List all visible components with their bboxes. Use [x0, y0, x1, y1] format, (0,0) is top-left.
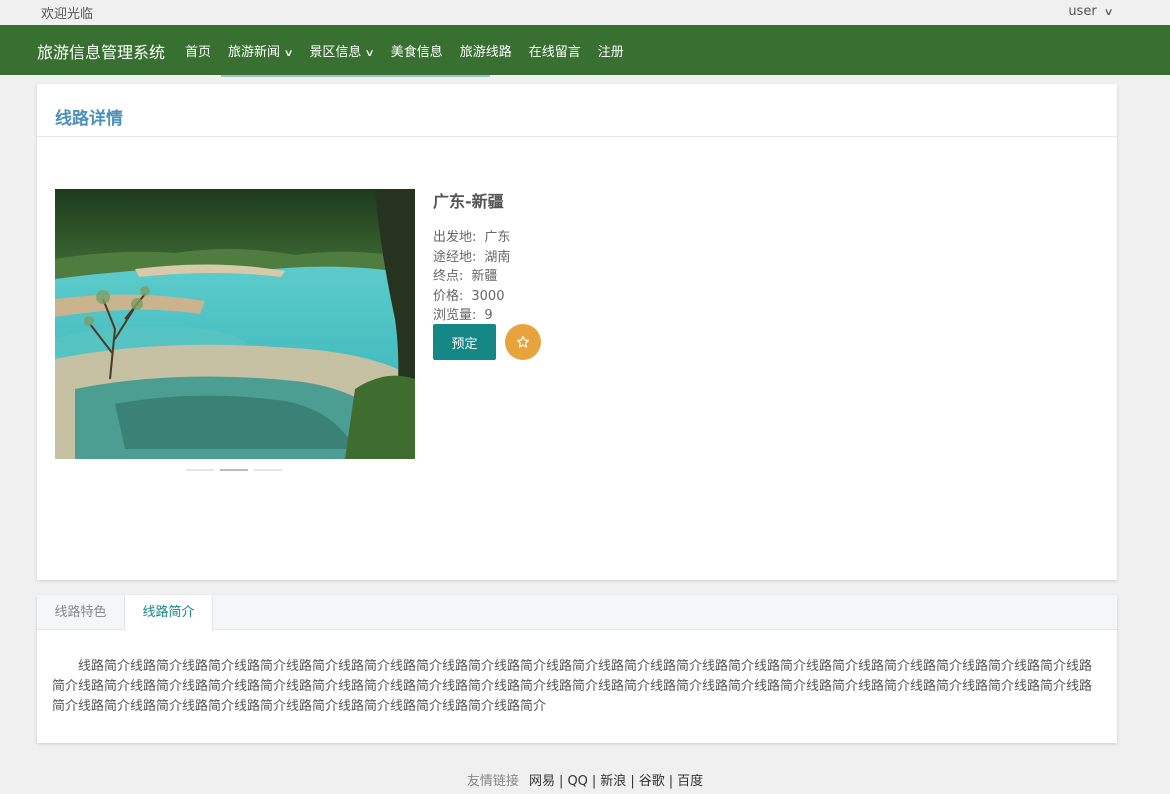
origin-value: 广东: [484, 230, 511, 245]
footer-lead: 友情链接: [466, 774, 519, 789]
views-value: 9: [484, 308, 493, 323]
route-fields: 出发地: 广东 途经地: 湖南 终点: 新疆 价格: 3000 浏览量: 9: [433, 228, 510, 326]
price-value: 3000: [471, 288, 505, 304]
link-netease[interactable]: 网易: [529, 774, 555, 789]
route-photo: [55, 189, 415, 459]
price-row: 价格: 3000: [433, 288, 505, 304]
route-image-carousel[interactable]: [55, 189, 415, 459]
link-qq[interactable]: QQ: [567, 774, 587, 789]
page-title: 线路详情: [55, 109, 123, 129]
separator: |: [630, 774, 635, 789]
link-sina[interactable]: 新浪: [600, 774, 626, 789]
nav-item-food[interactable]: 美食信息: [391, 41, 443, 60]
top-bar: 欢迎光临 user ∨: [0, 0, 1170, 25]
origin-row: 出发地: 广东: [433, 230, 511, 245]
link-baidu[interactable]: 百度: [677, 774, 703, 789]
card-header: 线路详情: [37, 84, 1117, 137]
views-row: 浏览量: 9: [433, 308, 493, 323]
via-value: 湖南: [484, 249, 511, 265]
star-icon: [516, 335, 530, 348]
nav-item-scenic[interactable]: 景区信息 ∨: [309, 41, 376, 60]
separator: |: [668, 774, 674, 789]
user-menu[interactable]: user ∨: [1068, 4, 1114, 19]
site-brand[interactable]: 旅游信息管理系统: [37, 39, 165, 63]
destination-value: 新疆: [471, 269, 498, 284]
chevron-down-icon: ∨: [364, 48, 376, 59]
link-google[interactable]: 谷歌: [639, 774, 665, 789]
user-name: user: [1068, 4, 1097, 19]
carousel-indicators: [186, 469, 288, 471]
book-button[interactable]: 预定: [433, 324, 496, 360]
carousel-dot-active[interactable]: [220, 469, 248, 471]
route-detail-card: 线路详情 广东-新疆 出发地: 广东 途经地: 湖南 终点: 新疆 价格: 30…: [37, 84, 1117, 580]
tab-bar: 线路特色 线路简介: [37, 595, 1117, 631]
route-tabs-card: 线路特色 线路简介 线路简介线路简介线路简介线路简介线路简介线路简介线路简介线路…: [37, 595, 1117, 743]
carousel-dot[interactable]: [186, 469, 214, 471]
separator: |: [591, 774, 597, 789]
tab-route-intro[interactable]: 线路简介: [125, 595, 213, 631]
via-row: 途经地: 湖南: [433, 249, 511, 265]
nav-item-register[interactable]: 注册: [598, 41, 624, 60]
route-info: 广东-新疆 出发地: 广东 途经地: 湖南 终点: 新疆 价格: 3000 浏览量: 9 …: [433, 188, 541, 360]
nav-item-home[interactable]: 首页: [185, 41, 211, 60]
menu-divider: [221, 75, 490, 77]
main-nav: 旅游信息管理系统 首页 旅游新闻 ∨ 景区信息 ∨ 美食信息 旅游线路 在线留言 注…: [0, 25, 1170, 75]
nav-item-messages[interactable]: 在线留言: [529, 41, 581, 60]
favorite-button[interactable]: [505, 324, 541, 360]
welcome-text: 欢迎光临: [41, 7, 94, 22]
carousel-dot[interactable]: [254, 469, 282, 471]
footer-links: 友情链接 网易 | QQ | 新浪 | 谷歌 | 百度: [0, 770, 1170, 789]
route-intro-content: 线路简介线路简介线路简介线路简介线路简介线路简介线路简介线路简介线路简介线路简介…: [52, 659, 1093, 714]
separator: |: [559, 774, 564, 789]
nav-menu: 首页 旅游新闻 ∨ 景区信息 ∨ 美食信息 旅游线路 在线留言 注册: [185, 41, 641, 60]
destination-row: 终点: 新疆: [433, 269, 498, 284]
route-actions: 预定: [433, 324, 553, 360]
nav-item-routes[interactable]: 旅游线路: [460, 41, 512, 60]
nav-item-news[interactable]: 旅游新闻 ∨: [228, 41, 294, 60]
route-name: 广东-新疆: [433, 192, 504, 211]
chevron-down-icon: ∨: [1103, 7, 1114, 18]
chevron-down-icon: ∨: [283, 48, 294, 59]
tab-route-features[interactable]: 线路特色: [37, 595, 125, 630]
